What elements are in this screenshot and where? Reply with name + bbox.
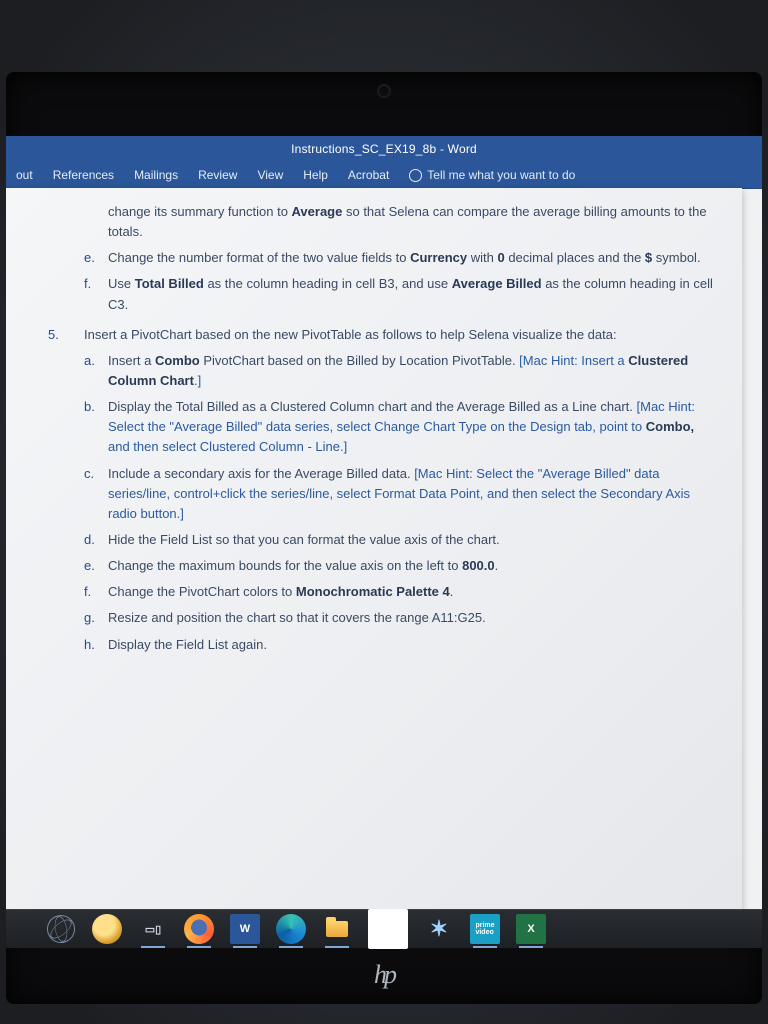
list-letter: f. [84, 582, 108, 602]
settings-star-icon[interactable]: ✶ [424, 914, 454, 944]
hp-logo: hp [374, 960, 394, 990]
lightbulb-icon [409, 169, 422, 182]
list-letter: c. [84, 464, 108, 524]
text: change its summary function to [108, 204, 292, 219]
app-mascot-icon[interactable] [92, 914, 122, 944]
list-letter: e. [84, 556, 108, 576]
text: . [495, 558, 499, 573]
bold-text: Average [292, 204, 343, 219]
window-title: Instructions_SC_EX19_8b - Word [291, 142, 477, 156]
webcam [377, 84, 391, 98]
text: Change the PivotChart colors to [108, 584, 296, 599]
hint-text: .] [194, 373, 201, 388]
screen-area: Instructions_SC_EX19_8b - Word out Refer… [6, 136, 762, 948]
bold-text: 0 [497, 250, 504, 265]
laptop-bezel: Instructions_SC_EX19_8b - Word out Refer… [6, 72, 762, 1004]
text: symbol. [652, 250, 700, 265]
ms-store-icon[interactable] [368, 909, 408, 949]
tab-layout-cut[interactable]: out [6, 162, 43, 188]
text: decimal places and the [505, 250, 645, 265]
tab-help[interactable]: Help [293, 162, 338, 188]
bold-text: 800.0 [462, 558, 495, 573]
item-5a: a. Insert a Combo PivotChart based on th… [84, 351, 714, 391]
item-5g: g. Resize and position the chart so that… [84, 608, 714, 628]
tab-view[interactable]: View [247, 162, 293, 188]
excel-icon[interactable]: X [516, 914, 546, 944]
list-letter: a. [84, 351, 108, 391]
window-titlebar: Instructions_SC_EX19_8b - Word [6, 136, 762, 162]
tab-references[interactable]: References [43, 162, 124, 188]
text: PivotChart based on the Billed by Locati… [200, 353, 519, 368]
tab-review[interactable]: Review [188, 162, 247, 188]
step-text: Insert a PivotChart based on the new Piv… [84, 325, 714, 345]
text: Change the maximum bounds for the value … [108, 558, 462, 573]
text: Display the Field List again. [108, 635, 714, 655]
tell-me-label: Tell me what you want to do [427, 168, 575, 182]
bold-text: Average Billed [452, 276, 542, 291]
para-continuation: change its summary function to Average s… [84, 202, 714, 242]
prime-video-icon[interactable]: primevideo [470, 914, 500, 944]
tell-me-search[interactable]: Tell me what you want to do [399, 168, 575, 182]
task-view-icon[interactable]: ▭▯ [138, 914, 168, 944]
item-f: f. Use Total Billed as the column headin… [84, 274, 714, 314]
text: Include a secondary axis for the Average… [108, 466, 414, 481]
list-letter: h. [84, 635, 108, 655]
text: Insert a [108, 353, 155, 368]
item-5d: d. Hide the Field List so that you can f… [84, 530, 714, 550]
text: Display the Total Billed as a Clustered … [108, 399, 637, 414]
bold-text: Monochromatic Palette 4 [296, 584, 450, 599]
firefox-icon[interactable] [184, 914, 214, 944]
hint-text: and then select Clustered Column - Line.… [108, 439, 347, 454]
word-icon[interactable]: W [230, 914, 260, 944]
list-letter: g. [84, 608, 108, 628]
item-5e: e. Change the maximum bounds for the val… [84, 556, 714, 576]
list-letter: f. [84, 274, 108, 314]
list-letter: e. [84, 248, 108, 268]
bold-text: Total Billed [135, 276, 204, 291]
item-5h: h. Display the Field List again. [84, 635, 714, 655]
text: . [450, 584, 454, 599]
app-atom-icon[interactable] [46, 914, 76, 944]
list-letter: d. [84, 530, 108, 550]
item-5f: f. Change the PivotChart colors to Monoc… [84, 582, 714, 602]
text: Hide the Field List so that you can form… [108, 530, 714, 550]
text: Use [108, 276, 135, 291]
step-5: 5. Insert a PivotChart based on the new … [48, 325, 714, 345]
ribbon-tabs: out References Mailings Review View Help… [6, 162, 762, 189]
text: Resize and position the chart so that it… [108, 608, 714, 628]
bold-text: Combo [155, 353, 200, 368]
item-5c: c. Include a secondary axis for the Aver… [84, 464, 714, 524]
file-explorer-icon[interactable] [322, 914, 352, 944]
hint-text: [Mac Hint: Insert a [519, 353, 628, 368]
hint-bold: Combo, [646, 419, 694, 434]
tab-acrobat[interactable]: Acrobat [338, 162, 399, 188]
item-5b: b. Display the Total Billed as a Cluster… [84, 397, 714, 457]
tab-mailings[interactable]: Mailings [124, 162, 188, 188]
item-e: e. Change the number format of the two v… [84, 248, 714, 268]
text: with [467, 250, 497, 265]
text: as the column heading in cell B3, and us… [204, 276, 452, 291]
edge-icon[interactable] [276, 914, 306, 944]
document-page: change its summary function to Average s… [6, 188, 742, 948]
document-content: change its summary function to Average s… [84, 202, 714, 655]
list-letter: b. [84, 397, 108, 457]
windows-taskbar: ▭▯ W ✶ primevideo X [6, 909, 762, 948]
photo-background: Instructions_SC_EX19_8b - Word out Refer… [0, 0, 768, 1024]
step-number: 5. [48, 325, 84, 345]
text: Change the number format of the two valu… [108, 250, 410, 265]
bold-text: Currency [410, 250, 467, 265]
